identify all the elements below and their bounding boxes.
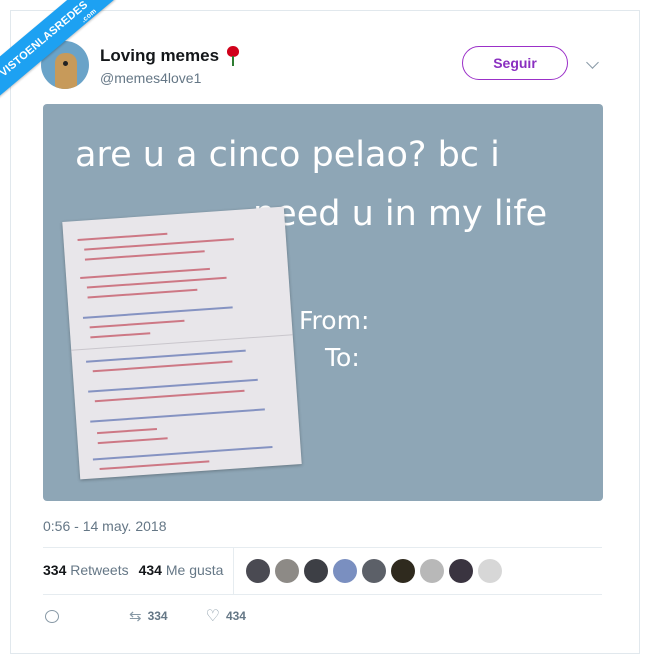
account-handle[interactable]: @memes4love1	[100, 70, 201, 86]
liker-avatar[interactable]	[449, 559, 473, 583]
tweet-stats: 334 Retweets 434 Me gusta	[43, 562, 223, 578]
reply-button[interactable]	[45, 609, 59, 623]
liker-avatar[interactable]	[478, 559, 502, 583]
reply-icon	[45, 609, 59, 623]
stats-separator	[233, 548, 234, 594]
rose-icon	[225, 46, 241, 66]
liker-avatar[interactable]	[362, 559, 386, 583]
liker-avatar[interactable]	[275, 559, 299, 583]
divider	[43, 594, 602, 595]
image-text-line1: are u a cinco pelao? bc i	[75, 135, 500, 175]
liker-avatar[interactable]	[420, 559, 444, 583]
to-label: To:	[325, 343, 360, 372]
account-name[interactable]: Loving memes	[100, 46, 241, 66]
follow-button[interactable]: Seguir	[462, 46, 568, 80]
tweet-timestamp[interactable]: 0:56 - 14 may. 2018	[43, 518, 166, 534]
retweet-button[interactable]: ⇆ 334	[129, 607, 168, 625]
like-count: 434	[225, 609, 246, 623]
tweet-actions: ⇆ 334 ♡ 434	[45, 606, 284, 626]
liker-avatar[interactable]	[391, 559, 415, 583]
liker-avatar[interactable]	[246, 559, 270, 583]
image-text-line2: need u in my life	[253, 194, 548, 234]
retweet-icon: ⇆	[129, 608, 142, 625]
tweet-image[interactable]: are u a cinco pelao? bc i need u in my l…	[43, 104, 603, 501]
likes-stat[interactable]: 434 Me gusta	[139, 562, 224, 578]
divider	[43, 547, 602, 548]
account-name-text[interactable]: Loving memes	[100, 46, 219, 66]
liker-avatar[interactable]	[333, 559, 357, 583]
like-button[interactable]: ♡ 434	[206, 606, 246, 626]
retweet-count: 334	[147, 609, 168, 623]
handwritten-paper	[62, 206, 302, 480]
from-label: From:	[299, 306, 370, 335]
retweets-stat[interactable]: 334 Retweets	[43, 562, 129, 578]
liker-avatars	[246, 559, 502, 583]
heart-icon: ♡	[205, 608, 220, 625]
liker-avatar[interactable]	[304, 559, 328, 583]
